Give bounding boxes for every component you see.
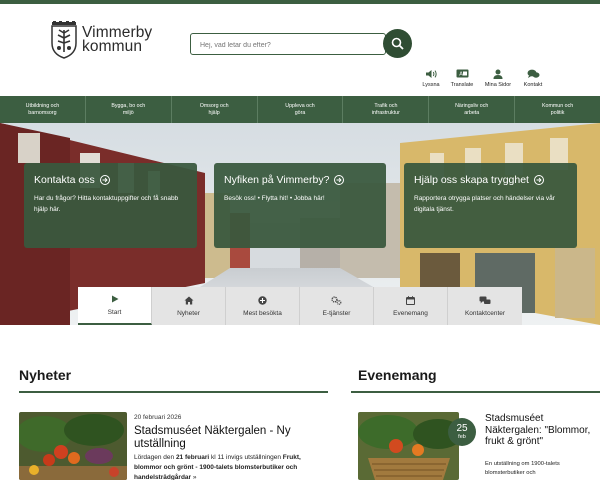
nav-label: miljö	[122, 109, 134, 116]
tab-e-services[interactable]: E-tjänster	[300, 287, 374, 325]
news-excerpt-text: kl 11 invigs utställningen	[209, 454, 283, 461]
event-image[interactable]	[358, 412, 459, 480]
site-header: Vimmerby kommun Lyssna A Translate	[0, 4, 600, 96]
nav-label: Utbildning och	[25, 102, 60, 109]
card-text: Har du frågor? Hitta kontaktuppgifter oc…	[34, 195, 179, 213]
nav-label: Omsorg och	[199, 102, 229, 109]
nav-item-municipality[interactable]: Kommun och politik	[515, 96, 600, 123]
site-logo[interactable]: Vimmerby kommun	[50, 21, 152, 59]
tool-translate[interactable]: A Translate	[444, 68, 480, 88]
nav-label: arbeta	[464, 109, 480, 116]
user-icon	[493, 69, 503, 79]
cogs-icon	[331, 295, 342, 305]
card-title: Hjälp oss skapa trygghet	[414, 174, 529, 186]
news-excerpt: Lördagen den 21 februari kl 11 invigs ut…	[134, 453, 322, 480]
hero-card-curious[interactable]: Nyfiken på Vimmerby? Besök oss! • Flytta…	[214, 163, 386, 248]
hero-card-contact[interactable]: Kontakta oss Har du frågor? Hitta kontak…	[24, 163, 197, 248]
news-excerpt-text: »	[191, 474, 197, 480]
tab-start[interactable]: Start	[78, 287, 152, 325]
nav-label: politik	[550, 109, 565, 116]
nav-item-build[interactable]: Bygga, bo och miljö	[86, 96, 172, 123]
card-title: Nyfiken på Vimmerby?	[224, 174, 330, 186]
vegetables-basket-photo	[358, 412, 459, 480]
tool-label: Kontakt	[523, 82, 543, 88]
event-month: feb	[458, 433, 466, 440]
news-title-link[interactable]: Stadsmuséet Näktergalen - Ny utställning	[134, 425, 314, 451]
search-box	[190, 33, 386, 56]
search-icon	[391, 37, 404, 50]
coat-of-arms-icon	[51, 21, 77, 59]
calendar-icon	[406, 295, 415, 305]
event-title-link[interactable]: Stadsmuséet Näktergalen: "Blommor, frukt…	[485, 413, 595, 448]
tool-label: Lyssna	[422, 82, 440, 88]
event-date-badge: 25 feb	[448, 418, 476, 446]
nav-label: Kommun och	[541, 102, 574, 109]
event-excerpt: En utställning om 1900-talets blomsterbu…	[485, 461, 560, 476]
nav-label: Trafik och	[374, 102, 398, 109]
hero-card-safety[interactable]: Hjälp oss skapa trygghet Rapportera otry…	[404, 163, 577, 248]
vegetables-photo	[19, 412, 127, 480]
news-image[interactable]	[19, 412, 127, 480]
search-input[interactable]	[191, 35, 385, 56]
site-name-line2: kommun	[82, 38, 143, 55]
search-button[interactable]	[383, 29, 412, 58]
arrow-right-icon	[533, 175, 544, 185]
arrow-right-icon	[334, 175, 345, 185]
events-divider	[351, 391, 600, 393]
nav-item-business[interactable]: Näringsliv och arbeta	[429, 96, 516, 123]
event-day: 25	[456, 422, 468, 434]
tab-label: Nyheter	[177, 310, 200, 317]
plus-circle-icon	[258, 295, 267, 305]
translate-icon: A	[456, 69, 468, 78]
card-text: Besök oss! • Flytta hit! • Jobba här!	[224, 195, 325, 202]
nav-item-care[interactable]: Omsorg och hjälp	[172, 96, 258, 123]
news-date: 20 februari 2026	[134, 414, 182, 421]
nav-label: Uppleva och	[285, 102, 315, 109]
site-name: Vimmerby kommun	[82, 25, 152, 55]
nav-item-traffic[interactable]: Trafik och infrastruktur	[343, 96, 430, 123]
card-text: Rapportera otrygga platser och händelser…	[414, 195, 555, 213]
tool-contact[interactable]: Kontakt	[515, 68, 551, 88]
news-excerpt-bold: 21 februari	[175, 454, 210, 461]
tab-most-visited[interactable]: Mest besökta	[226, 287, 300, 325]
nav-item-education[interactable]: Utbildning och barnomsorg	[0, 96, 86, 123]
nav-label: hjälp	[208, 109, 220, 116]
hero-tabs: Start Nyheter Mest besökta E-tjänster Ev…	[78, 287, 522, 325]
tool-label: Translate	[450, 82, 474, 88]
tool-label: Mina Sidor	[484, 82, 512, 88]
events-heading: Evenemang	[358, 367, 437, 383]
news-heading: Nyheter	[19, 367, 72, 383]
nav-label: Näringsliv och	[455, 102, 489, 109]
speaker-icon	[425, 69, 437, 78]
svg-text:A: A	[459, 72, 463, 78]
nav-label: Bygga, bo och	[111, 102, 146, 109]
tab-label: E-tjänster	[322, 310, 351, 317]
arrow-right-icon	[99, 175, 110, 185]
nav-item-experience[interactable]: Uppleva och göra	[258, 96, 344, 123]
tab-label: Start	[107, 309, 122, 316]
news-divider	[19, 391, 328, 393]
play-icon	[111, 295, 118, 303]
hero-banner: Kontakta oss Har du frågor? Hitta kontak…	[0, 123, 600, 325]
tab-label: Kontaktcenter	[464, 310, 506, 317]
tab-contact-center[interactable]: Kontaktcenter	[448, 287, 522, 325]
tab-news[interactable]: Nyheter	[152, 287, 226, 325]
tab-label: Evenemang	[393, 310, 428, 317]
news-excerpt-text: Lördagen den	[134, 454, 176, 461]
chat-icon	[479, 296, 491, 304]
home-icon	[184, 296, 193, 304]
main-nav: Utbildning och barnomsorg Bygga, bo och mi…	[0, 96, 600, 123]
nav-label: göra	[294, 109, 306, 116]
nav-label: barnomsorg	[28, 109, 57, 116]
tab-events[interactable]: Evenemang	[374, 287, 448, 325]
nav-label: infrastruktur	[371, 109, 400, 116]
tool-my-pages[interactable]: Mina Sidor	[480, 68, 516, 88]
chat-icon	[527, 69, 539, 78]
card-title: Kontakta oss	[34, 174, 95, 186]
tab-label: Mest besökta	[243, 310, 282, 317]
